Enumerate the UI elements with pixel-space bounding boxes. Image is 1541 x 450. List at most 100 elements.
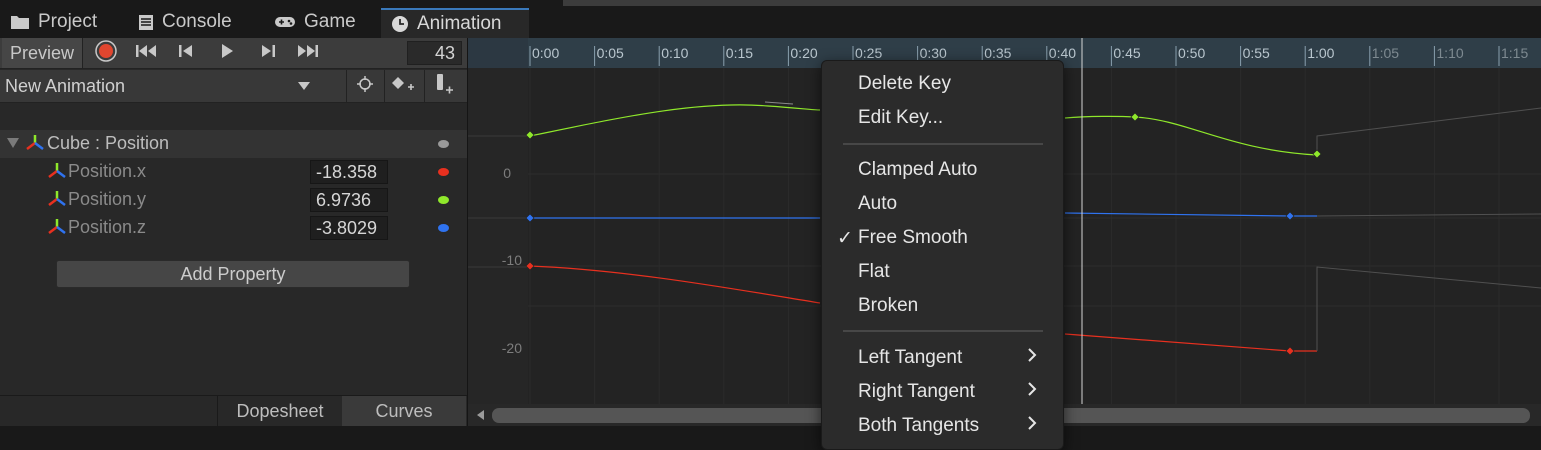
property-label-y: Position.y	[68, 189, 147, 209]
chevron-down-icon[interactable]	[7, 138, 19, 148]
menu-item-label: Delete Key	[858, 73, 951, 94]
menu-item-clamped-auto[interactable]: Clamped Auto	[837, 155, 1047, 185]
timeline-tick-label: 0:25	[855, 45, 882, 61]
checkmark-icon: ✓	[837, 227, 853, 249]
transform-icon	[25, 134, 45, 157]
frame-number-field[interactable]: 43	[407, 41, 462, 65]
add-event-icon	[431, 73, 455, 100]
property-label-z: Position.z	[68, 217, 147, 237]
menu-item-label: Left Tangent	[858, 347, 963, 368]
property-value-x[interactable]: -18.358	[310, 160, 388, 184]
timeline-tick-label: 1:05	[1372, 45, 1399, 61]
property-label-x: Position.x	[68, 161, 147, 181]
timeline-tick-label: 1:10	[1436, 45, 1463, 61]
timeline-tick-label: 0:45	[1113, 45, 1140, 61]
preview-button[interactable]: Preview	[2, 38, 83, 68]
chevron-right-icon	[1027, 415, 1037, 437]
transform-icon	[47, 190, 67, 213]
next-key-button[interactable]	[250, 38, 284, 68]
curve-color-dot-y	[438, 196, 449, 204]
menu-item-right-tangent[interactable]: Right Tangent	[837, 377, 1047, 407]
menu-item-left-tangent[interactable]: Left Tangent	[837, 343, 1047, 373]
menu-separator	[843, 143, 1043, 145]
add-keyframe-button[interactable]	[384, 70, 421, 102]
menu-item-broken[interactable]: Broken	[837, 291, 1047, 321]
add-property-button[interactable]: Add Property	[56, 260, 410, 288]
curve-position-y[interactable]	[1064, 115, 1318, 156]
last-key-button[interactable]	[290, 38, 324, 68]
menu-item-auto[interactable]: Auto	[837, 189, 1047, 219]
tab-project[interactable]: Project	[0, 6, 107, 38]
prev-key-button[interactable]	[170, 38, 204, 68]
timeline-tick-label: 0:10	[661, 45, 688, 61]
menu-item-label: Flat	[858, 261, 890, 282]
menu-item-edit-key[interactable]: Edit Key...	[837, 103, 1047, 133]
timeline-tick-label: 1:00	[1307, 45, 1334, 61]
timeline-tick-label: 0:20	[790, 45, 817, 61]
preview-label: Preview	[9, 42, 75, 63]
record-button[interactable]	[90, 38, 122, 68]
menu-item-label: Free Smooth	[858, 227, 968, 248]
transform-icon	[47, 218, 67, 241]
play-icon	[219, 43, 235, 64]
curve-position-y[interactable]	[529, 104, 821, 137]
menu-item-label: Clamped Auto	[858, 159, 978, 180]
gamepad-icon	[274, 15, 296, 29]
add-keyframe-icon	[390, 74, 416, 99]
menu-item-delete-key[interactable]: Delete Key	[837, 69, 1047, 99]
menu-item-free-smooth[interactable]: ✓ Free Smooth	[837, 223, 1047, 253]
y-axis-label: -20	[502, 340, 522, 356]
group-key-indicator	[438, 140, 449, 148]
play-button[interactable]	[210, 38, 244, 68]
menu-item-label: Both Tangents	[858, 415, 980, 436]
first-key-button[interactable]	[130, 38, 164, 68]
curve-color-dot-x	[438, 168, 449, 176]
next-key-icon	[258, 44, 276, 63]
tab-curves[interactable]: Curves	[342, 396, 466, 426]
status-bar	[0, 426, 1541, 440]
timeline-tick-label: 0:40	[1049, 45, 1076, 61]
y-axis-label: -10	[502, 252, 522, 268]
timeline-tick-label: 0:55	[1243, 45, 1270, 61]
curve-post-extrapolation	[1316, 107, 1541, 155]
curve-position-x[interactable]	[529, 265, 821, 304]
prev-key-icon	[178, 44, 196, 63]
menu-item-label: Edit Key...	[858, 107, 944, 128]
property-value-y[interactable]: 6.9736	[310, 188, 388, 212]
last-key-icon	[295, 44, 319, 63]
clip-dropdown[interactable]: New Animation	[5, 76, 125, 97]
timeline-tick-label: 0:00	[532, 45, 559, 61]
timeline-tick-label: 1:15	[1501, 45, 1528, 61]
chevron-right-icon	[1027, 381, 1037, 403]
curve-post-extrapolation	[1316, 213, 1541, 217]
y-axis-label: 0	[503, 165, 511, 181]
folder-icon	[10, 14, 30, 30]
tab-animation[interactable]: Animation	[381, 8, 529, 38]
menu-item-label: Right Tangent	[858, 381, 975, 402]
tab-label: Game	[304, 11, 356, 32]
property-value-z[interactable]: -3.8029	[310, 216, 388, 240]
curve-position-x[interactable]	[1064, 333, 1317, 352]
first-key-icon	[135, 44, 159, 63]
timeline-tick-label: 0:30	[920, 45, 947, 61]
snap-button[interactable]	[346, 70, 383, 102]
tab-dopesheet[interactable]: Dopesheet	[217, 396, 342, 426]
chevron-down-icon[interactable]	[298, 82, 310, 90]
curve-post-extrapolation	[1316, 266, 1541, 351]
menu-item-flat[interactable]: Flat	[837, 257, 1047, 287]
timeline-tick-label: 0:05	[597, 45, 624, 61]
transform-icon	[47, 162, 67, 185]
record-icon	[95, 39, 117, 67]
tab-game[interactable]: Game	[264, 6, 366, 38]
clock-icon	[391, 15, 409, 33]
tab-label: Console	[162, 11, 232, 32]
menu-item-both-tangents[interactable]: Both Tangents	[837, 411, 1047, 441]
add-event-button[interactable]	[424, 70, 461, 102]
scroll-left-icon[interactable]	[477, 410, 484, 420]
console-icon	[138, 14, 154, 31]
curve-position-z[interactable]	[1064, 212, 1317, 217]
menu-separator	[843, 330, 1043, 332]
timeline-tick-label: 0:15	[726, 45, 753, 61]
tab-console[interactable]: Console	[128, 6, 242, 38]
menu-item-label: Broken	[858, 295, 919, 316]
